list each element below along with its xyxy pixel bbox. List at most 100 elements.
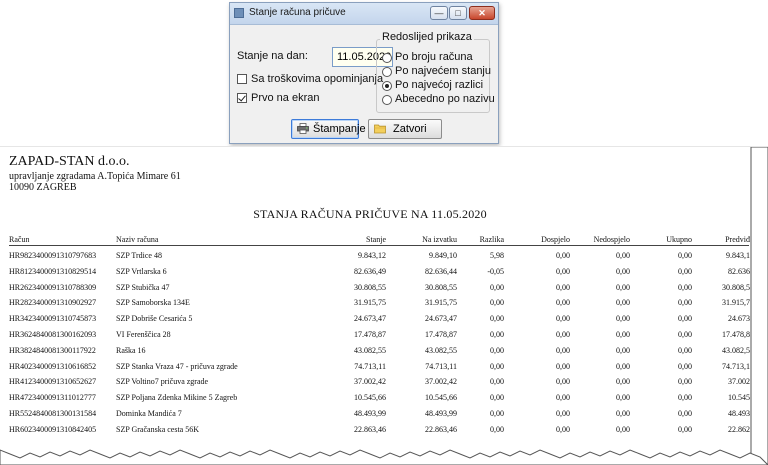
table-cell: SZP Stubička 47 bbox=[116, 282, 170, 292]
order-by-largest-difference-radio[interactable] bbox=[382, 81, 392, 91]
table-cell: 0,00 bbox=[678, 345, 692, 355]
folder-icon bbox=[374, 124, 386, 134]
table-cell: SZP Trdice 48 bbox=[116, 251, 162, 260]
app-icon bbox=[234, 8, 244, 18]
table-cell: HR9823400091310797683 bbox=[9, 251, 97, 260]
first-on-screen-label[interactable]: Prvo na ekran bbox=[251, 92, 319, 104]
column-header: Razlika bbox=[479, 235, 504, 244]
table-cell: 0,00 bbox=[678, 266, 692, 276]
table-cell: HR4023400091310616852 bbox=[9, 361, 97, 371]
table-cell: 0,00 bbox=[678, 393, 692, 403]
table-cell: 0,00 bbox=[490, 345, 504, 355]
table-cell: 0,00 bbox=[490, 361, 504, 371]
order-by-account-radio[interactable] bbox=[382, 53, 392, 63]
report-title: STANJA RAČUNA PRIČUVE NA 11.05.2020 bbox=[253, 207, 487, 221]
with-costs-checkbox[interactable] bbox=[237, 74, 247, 84]
close-window-button[interactable]: ✕ bbox=[469, 6, 495, 20]
table-cell: VI Ferenščica 28 bbox=[116, 330, 171, 339]
close-button[interactable]: Zatvori bbox=[368, 119, 442, 139]
table-cell: 0,00 bbox=[678, 282, 692, 292]
table-cell: 0,00 bbox=[556, 266, 570, 276]
table-cell: 0,00 bbox=[556, 251, 570, 260]
table-cell: 30.808,55 bbox=[354, 282, 386, 292]
table-cell: 0,00 bbox=[556, 298, 570, 308]
table-cell: 0,00 bbox=[490, 330, 504, 339]
table-cell: 74.713,11 bbox=[354, 361, 386, 371]
table-cell: HR6023400091310842405 bbox=[9, 424, 97, 434]
table-cell: 0,00 bbox=[556, 393, 570, 403]
printer-icon bbox=[297, 123, 309, 134]
table-cell: HR8123400091310829514 bbox=[9, 266, 97, 276]
table-cell: SZP Dobriše Cesarića 5 bbox=[116, 314, 193, 324]
table-cell: Raška 16 bbox=[116, 345, 146, 355]
table-cell: 31.915,75 bbox=[425, 298, 457, 308]
table-cell: 0,00 bbox=[616, 377, 630, 387]
table-cell: 17.478,87 bbox=[425, 330, 457, 339]
table-cell: 0,00 bbox=[556, 314, 570, 324]
table-cell: 0,00 bbox=[616, 393, 630, 403]
order-by-largest-balance-radio[interactable] bbox=[382, 67, 392, 77]
table-cell: 0,00 bbox=[616, 251, 630, 260]
close-button-label: Zatvori bbox=[393, 123, 427, 135]
table-cell: Dominka Mandića 7 bbox=[116, 409, 182, 418]
table-cell: 0,00 bbox=[490, 424, 504, 434]
order-option-label[interactable]: Po broju računa bbox=[395, 51, 473, 63]
table-cell: 0,00 bbox=[556, 361, 570, 371]
order-group-title: Redoslijed prikaza bbox=[380, 31, 474, 43]
torn-edge-bottom bbox=[0, 449, 768, 465]
print-button[interactable]: Štampanje bbox=[291, 119, 366, 139]
order-option-label[interactable]: Abecedno po nazivu bbox=[395, 93, 495, 105]
table-cell: 10.545,66 bbox=[425, 393, 457, 403]
table-cell: 0,00 bbox=[490, 393, 504, 403]
table-cell: 0,00 bbox=[678, 424, 692, 434]
company-name: ZAPAD-STAN d.o.o. bbox=[9, 154, 130, 169]
minimize-button[interactable]: — bbox=[430, 6, 448, 20]
with-costs-label[interactable]: Sa troškovima opominjanja bbox=[251, 73, 383, 85]
table-cell: 0,00 bbox=[616, 361, 630, 371]
window-title: Stanje računa pričuve bbox=[249, 7, 346, 18]
title-bar[interactable]: Stanje računa pričuve — □ ✕ bbox=[230, 3, 498, 25]
table-cell: 0,00 bbox=[678, 361, 692, 371]
table-cell: 24.673,47 bbox=[425, 314, 457, 324]
table-cell: 0,00 bbox=[616, 314, 630, 324]
table-cell: HR5524840081300131584 bbox=[9, 409, 97, 418]
table-cell: 0,00 bbox=[556, 377, 570, 387]
table-cell: HR3824840081300117922 bbox=[9, 345, 96, 355]
table-cell: HR3624840081300162093 bbox=[9, 330, 97, 339]
table-cell: SZP Stanka Vraza 47 - pričuva zgrade bbox=[116, 361, 238, 371]
maximize-button[interactable]: □ bbox=[449, 6, 467, 20]
table-cell: 10.545,66 bbox=[354, 393, 386, 403]
table-cell: 0,00 bbox=[490, 298, 504, 308]
table-cell: SZP Vrtlarska 6 bbox=[116, 266, 167, 276]
order-option-label[interactable]: Po najvećem stanju bbox=[395, 65, 491, 77]
table-cell: 0,00 bbox=[616, 298, 630, 308]
table-cell: HR3423400091310745873 bbox=[9, 314, 97, 324]
order-option-label[interactable]: Po najvećoj razlici bbox=[395, 79, 483, 91]
report-dialog-window: Stanje računa pričuve — □ ✕ Stanje na da… bbox=[229, 2, 499, 144]
first-on-screen-checkbox[interactable] bbox=[237, 93, 247, 103]
table-cell: 0,00 bbox=[678, 314, 692, 324]
table-cell: 0,00 bbox=[490, 314, 504, 324]
table-cell: 22.863,46 bbox=[354, 424, 386, 434]
table-cell: SZP Gračanska cesta 56K bbox=[116, 424, 200, 434]
table-cell: SZP Samoborska 134E bbox=[116, 298, 190, 308]
table-cell: 82.636,44 bbox=[425, 266, 457, 276]
table-cell: 17.478,87 bbox=[354, 330, 386, 339]
order-alphabetical-radio[interactable] bbox=[382, 95, 392, 105]
report-preview: ZAPAD-STAN d.o.o. upravljanje zgradama A… bbox=[0, 146, 768, 465]
column-header: Stanje bbox=[366, 235, 386, 244]
table-cell: 48.493,99 bbox=[425, 409, 457, 418]
column-header: Nedospjelo bbox=[593, 235, 630, 244]
table-cell: 0,00 bbox=[616, 266, 630, 276]
table-cell: 9.843,12 bbox=[358, 251, 386, 260]
table-cell: 0,00 bbox=[616, 409, 630, 418]
table-cell: 37.002,42 bbox=[354, 377, 386, 387]
table-cell: HR4723400091311012777 bbox=[9, 393, 96, 403]
table-cell: 5,98 bbox=[490, 251, 504, 260]
table-cell: 82.636,49 bbox=[354, 266, 386, 276]
table-cell: SZP Voltino7 pričuva zgrade bbox=[116, 377, 209, 387]
table-cell: 0,00 bbox=[678, 330, 692, 339]
company-address-line1: upravljanje zgradama A.Topića Mimare 61 bbox=[9, 171, 181, 182]
table-cell: 9.849,10 bbox=[429, 251, 457, 260]
table-cell: 22.863,46 bbox=[425, 424, 457, 434]
